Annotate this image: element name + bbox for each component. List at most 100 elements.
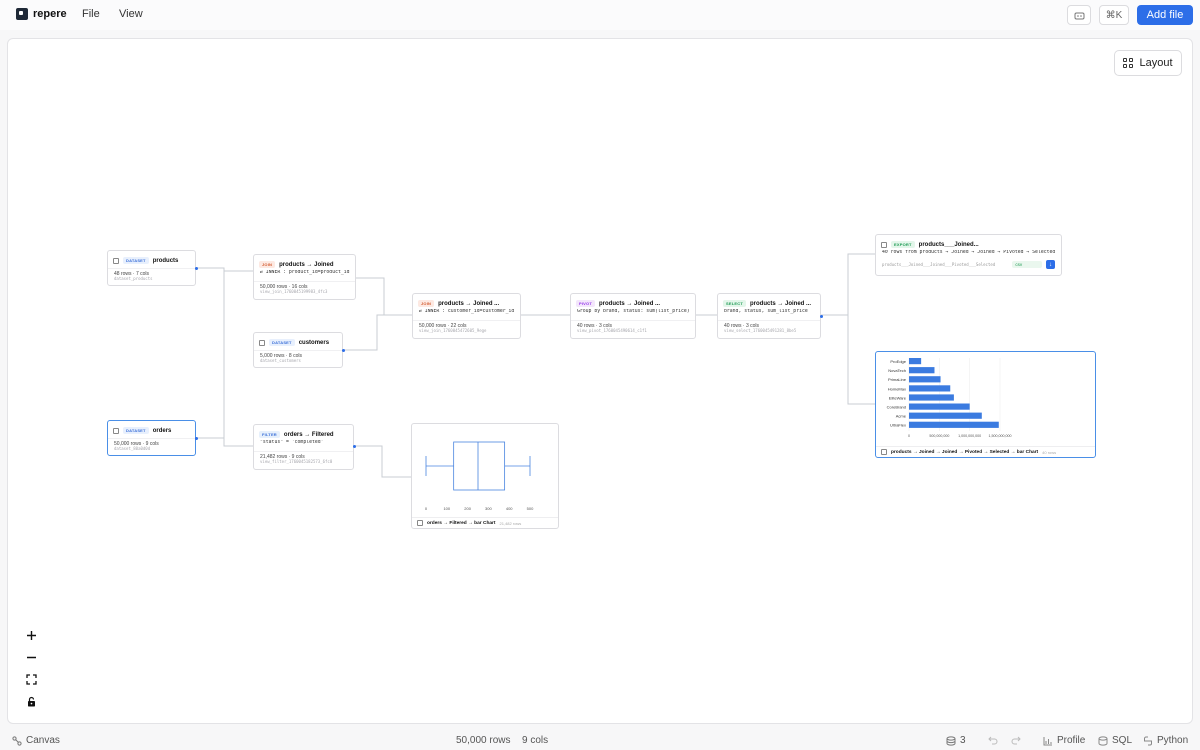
app-brand[interactable]: repere: [16, 8, 67, 20]
output-port[interactable]: [195, 437, 198, 440]
pipeline-canvas[interactable]: Layout DATASET products 48 rows · 7 cols …: [7, 38, 1193, 724]
node-title: customers: [298, 339, 330, 346]
edge-filter-boxchart: [354, 445, 411, 478]
edge-select-export: [821, 253, 875, 316]
node-export[interactable]: EXPORT products___Joined... 40 rows from …: [875, 234, 1062, 276]
category-label: HomeMax: [888, 386, 906, 391]
node-title: orders: [152, 427, 172, 434]
python-label: Python: [1157, 735, 1189, 746]
sql-tab[interactable]: SQL: [1098, 735, 1132, 746]
add-file-button[interactable]: Add file: [1137, 5, 1193, 25]
x-tick-label: 200: [464, 506, 471, 511]
menu-view[interactable]: View: [119, 8, 143, 20]
node-meta: 21,482 rows · 9 cols: [254, 451, 353, 460]
node-id: view_join_1760045199983_4fc3: [260, 289, 328, 294]
lock-button[interactable]: [20, 690, 42, 712]
node-badge: DATASET: [123, 257, 149, 264]
download-button[interactable]: ↓: [1046, 260, 1055, 269]
node-meta: 40 rows · 3 cols: [718, 320, 820, 329]
output-port[interactable]: [353, 445, 356, 448]
node-meta: 50,000 rows · 16 cols: [254, 281, 355, 290]
bar: [909, 385, 951, 392]
node-dataset-orders[interactable]: DATASET orders 50,000 rows · 9 cols datas…: [107, 420, 198, 456]
node-join-products[interactable]: JOIN products → Joined ⇄ INNER : product_…: [253, 254, 356, 300]
node-meta: 5,000 rows · 8 cols: [254, 350, 342, 359]
profile-tab[interactable]: Profile: [1043, 735, 1085, 746]
export-summary: 40 rows from products → Joined → Joined …: [882, 250, 1056, 255]
chart-caption: orders → Filtered → bar Chart: [427, 520, 496, 526]
database-count-value: 3: [960, 735, 966, 746]
canvas-tab[interactable]: Canvas: [12, 735, 60, 746]
top-bar: repere File View ⌘K Add file: [0, 0, 1200, 30]
output-port[interactable]: [195, 267, 198, 270]
status-bar: Canvas 50,000 rows 9 cols 3 Profile SQL …: [0, 731, 1200, 750]
chart-icon: [881, 449, 887, 455]
canvas-label: Canvas: [26, 735, 60, 746]
node-select[interactable]: SELECT products → Joined ... brand, statu…: [717, 293, 823, 339]
node-badge: EXPORT: [891, 241, 915, 248]
node-pivot[interactable]: PIVOT products → Joined ... Group by bran…: [570, 293, 696, 339]
filter-condition: "status" = 'completed': [260, 440, 324, 445]
node-id: view_pivot_1760045490614_c1f1: [577, 328, 647, 333]
node-dataset-products[interactable]: DATASET products 48 rows · 7 cols dataset…: [107, 250, 198, 286]
node-title: products: [152, 257, 179, 264]
join-condition: ⇄ INNER : product_id=product_id: [260, 270, 350, 275]
redo-button[interactable]: [1011, 735, 1021, 745]
box-iqr: [453, 441, 506, 491]
node-id: dataset_products: [114, 276, 153, 281]
export-icon: [881, 241, 887, 248]
assistant-button[interactable]: [1067, 5, 1091, 25]
edge-customers-join2: [343, 314, 412, 351]
node-meta: 50,000 rows · 9 cols: [108, 438, 195, 447]
database-icon: [1098, 735, 1108, 746]
chart-orders-filtered[interactable]: 0 100 200 300 400 500 orders → Filtered → bar…: [411, 423, 559, 529]
undo-icon: [988, 736, 998, 745]
output-port[interactable]: [820, 315, 823, 318]
export-filename[interactable]: products___Joined___Joined___Pivoted___S…: [882, 262, 1008, 267]
robot-icon: [1074, 12, 1084, 19]
zoom-in-button[interactable]: [20, 624, 42, 646]
database-icon: [946, 735, 956, 746]
chart-products-pipeline[interactable]: ProEdge NovaTech PrimaLine HomeMax EliteWare…: [875, 351, 1096, 458]
minus-icon: [26, 656, 36, 658]
bar-chart: ProEdge NovaTech PrimaLine HomeMax EliteWare…: [887, 358, 1011, 438]
bar: [909, 412, 982, 419]
selected-columns: brand, status, sum_list_price: [724, 309, 808, 314]
box-plot: 0 100 200 300 400 500: [425, 441, 534, 511]
menu-file[interactable]: File: [82, 8, 100, 20]
command-palette-button[interactable]: ⌘K: [1099, 5, 1129, 25]
profile-label: Profile: [1057, 735, 1086, 746]
node-title: products → Joined ...: [749, 300, 811, 307]
sql-label: SQL: [1112, 735, 1133, 746]
node-join-customers[interactable]: JOIN products → Joined ... ⇄ INNER : cust…: [412, 293, 521, 339]
python-tab[interactable]: Python: [1143, 735, 1188, 746]
node-meta: 48 rows · 7 cols: [108, 268, 195, 277]
category-label: ProEdge: [890, 359, 906, 364]
database-count[interactable]: 3: [946, 735, 966, 746]
x-tick-label: 0: [908, 434, 910, 438]
node-badge: DATASET: [123, 427, 149, 434]
output-port[interactable]: [342, 349, 345, 352]
category-label: PrimaLine: [888, 377, 907, 382]
node-meta: 50,000 rows · 22 cols: [413, 320, 520, 329]
x-tick-label: 500,000,000: [929, 434, 949, 438]
node-dataset-customers[interactable]: DATASET customers 5,000 rows · 8 cols dat…: [253, 332, 345, 368]
undo-button[interactable]: [988, 735, 998, 745]
table-icon: [113, 427, 119, 434]
x-tick-label: 500: [527, 506, 534, 511]
redo-icon: [1011, 736, 1021, 745]
node-badge: PIVOT: [576, 300, 596, 307]
fit-view-button[interactable]: [20, 668, 42, 690]
node-badge: JOIN: [418, 300, 435, 307]
edge-select-barchart: [821, 314, 875, 405]
node-filter-orders[interactable]: FILTER orders → Filtered "status" = 'comp…: [253, 424, 356, 470]
export-format-select[interactable]: csv: [1012, 261, 1043, 268]
node-id: dataset_customers: [260, 358, 301, 363]
bar: [909, 421, 999, 428]
download-icon: ↓: [1049, 261, 1053, 268]
x-tick-label: 400: [506, 506, 513, 511]
x-tick-label: 100: [443, 506, 450, 511]
chart-icon: [417, 520, 423, 526]
category-label: Acme: [896, 414, 907, 419]
zoom-out-button[interactable]: [20, 646, 42, 668]
